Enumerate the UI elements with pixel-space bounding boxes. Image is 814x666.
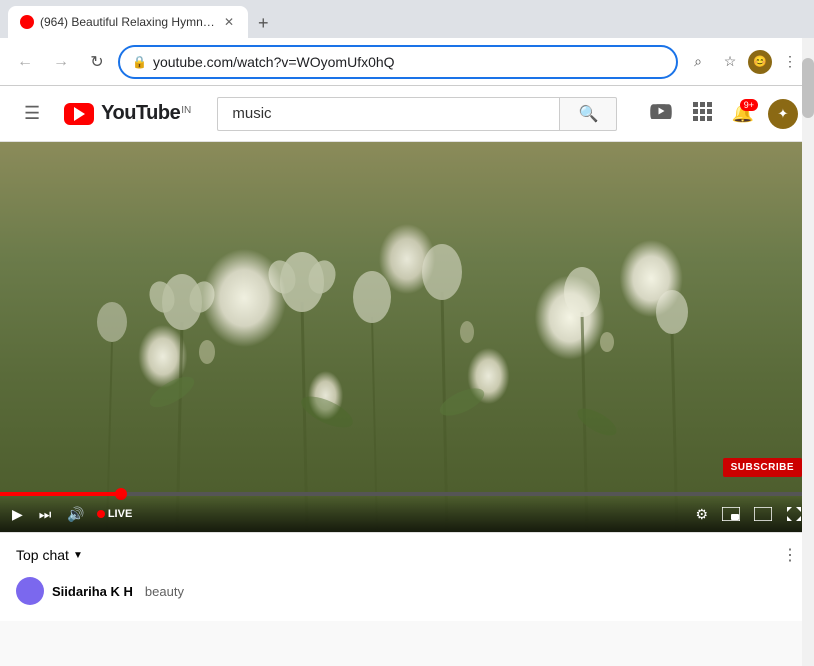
- tab-title: (964) Beautiful Relaxing Hymns...: [40, 15, 216, 29]
- youtube-header: ☰ YouTubeIN 🔍: [0, 86, 814, 142]
- search-input[interactable]: [217, 97, 559, 131]
- youtube-logo-icon: [64, 103, 94, 125]
- refresh-button[interactable]: ↻: [82, 47, 112, 77]
- chat-title: Top chat ▼: [16, 547, 83, 563]
- chat-username: Siidariha K H: [52, 584, 133, 599]
- notification-badge: 9+: [740, 99, 758, 111]
- chat-title-text: Top chat: [16, 547, 69, 563]
- chat-section: Top chat ▼ ⋮ Siidariha K H beauty: [0, 532, 814, 621]
- live-dot: [97, 510, 105, 518]
- scrollbar-thumb[interactable]: [802, 58, 814, 118]
- settings-button[interactable]: ⚙: [691, 502, 712, 527]
- active-tab[interactable]: (964) Beautiful Relaxing Hymns... ✕: [8, 6, 248, 38]
- browser-scrollbar[interactable]: [802, 38, 814, 666]
- browser-menu-button[interactable]: ⋮: [776, 48, 804, 76]
- search-button[interactable]: 🔍: [559, 97, 617, 131]
- live-badge: LIVE: [97, 508, 132, 520]
- volume-button[interactable]: 🔊: [63, 502, 88, 527]
- chat-user-avatar: [16, 577, 44, 605]
- video-artwork: [0, 142, 814, 532]
- url-text: youtube.com/watch?v=WOyomUfx0hQ: [153, 54, 664, 70]
- youtube-logo[interactable]: YouTubeIN: [64, 102, 191, 125]
- forward-button[interactable]: →: [46, 47, 76, 77]
- new-tab-button[interactable]: +: [250, 9, 277, 38]
- lock-icon: 🔒: [132, 55, 147, 69]
- notifications-button[interactable]: 🔔 9+: [726, 97, 760, 130]
- live-label: LIVE: [108, 508, 132, 520]
- tab-bar: (964) Beautiful Relaxing Hymns... ✕ +: [0, 0, 814, 38]
- browser-bookmark-button[interactable]: ☆: [716, 48, 744, 76]
- tab-favicon: [20, 15, 34, 29]
- chat-header: Top chat ▼ ⋮: [16, 545, 798, 565]
- chat-chevron-icon: ▼: [73, 550, 83, 561]
- back-button[interactable]: ←: [10, 47, 40, 77]
- youtube-logo-text: YouTube: [101, 102, 180, 124]
- controls-right: ⚙: [691, 502, 806, 527]
- subscribe-overlay-button[interactable]: SUBSCRIBE: [723, 458, 802, 477]
- theater-button[interactable]: [750, 503, 776, 525]
- play-button[interactable]: ▶: [8, 502, 27, 527]
- search-box: 🔍: [217, 97, 617, 131]
- address-bar-row: ← → ↻ 🔒 youtube.com/watch?v=WOyomUfx0hQ …: [0, 38, 814, 86]
- browser-right-icons: ⌕ ☆ 😊 ⋮: [684, 48, 804, 76]
- miniplayer-button[interactable]: [718, 503, 744, 525]
- youtube-play-icon: [74, 107, 85, 121]
- video-controls-bar: ▶ ⏭ 🔊 LIVE ⚙: [0, 496, 814, 532]
- video-thumbnail[interactable]: [0, 142, 814, 532]
- chat-message: beauty: [145, 584, 184, 599]
- chat-more-button[interactable]: ⋮: [782, 545, 798, 565]
- chat-item: Siidariha K H beauty: [16, 573, 798, 609]
- user-avatar[interactable]: ✦: [768, 99, 798, 129]
- video-wrapper: SUBSCRIBE ▶ ⏭ 🔊 LIVE ⚙: [0, 142, 814, 532]
- main-content: SUBSCRIBE ▶ ⏭ 🔊 LIVE ⚙: [0, 142, 814, 666]
- skip-button[interactable]: ⏭: [35, 502, 56, 527]
- address-box[interactable]: 🔒 youtube.com/watch?v=WOyomUfx0hQ: [118, 45, 678, 79]
- apps-button[interactable]: [686, 95, 718, 132]
- youtube-country-badge: IN: [181, 105, 191, 116]
- tab-close-button[interactable]: ✕: [222, 13, 236, 31]
- browser-profile-avatar[interactable]: 😊: [748, 50, 772, 74]
- youtube-header-right: 🔔 9+ ✦: [644, 95, 798, 132]
- browser-search-button[interactable]: ⌕: [684, 48, 712, 76]
- hamburger-menu-button[interactable]: ☰: [16, 95, 48, 132]
- upload-button[interactable]: [644, 97, 678, 130]
